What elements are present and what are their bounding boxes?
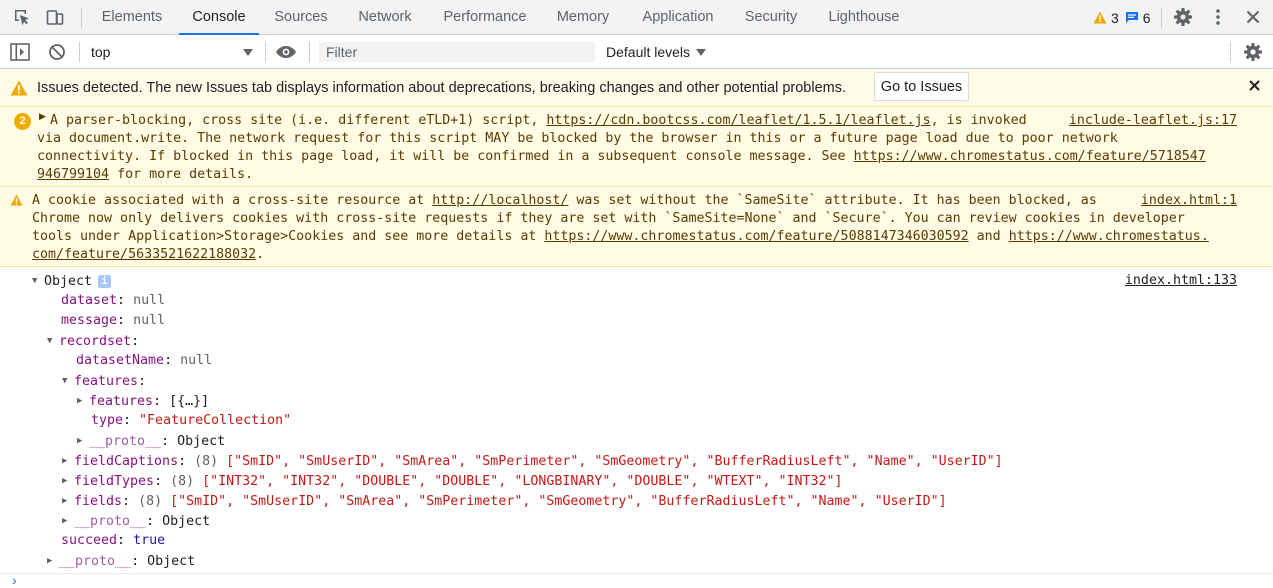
context-selector[interactable]: top: [83, 40, 261, 64]
log-levels-dropdown[interactable]: Default levels: [606, 41, 707, 63]
message-icon: [1125, 12, 1138, 23]
issue-counters[interactable]: 3 6: [1093, 0, 1151, 35]
tree-property-expandable[interactable]: ▶ fieldCaptions: (8) ["SmID", "SmUserID",…: [62, 451, 1003, 471]
tree-property: dataset: null: [61, 293, 166, 308]
collapsed-triangle-icon: ▶: [62, 516, 68, 526]
dropdown-arrow-icon: [696, 48, 707, 56]
log-levels-label: Default levels: [606, 44, 691, 60]
message-link[interactable]: http://localhost/: [432, 193, 568, 208]
tab-performance[interactable]: Performance: [434, 0, 536, 35]
toolbar-separator: [309, 42, 310, 62]
tree-property-expandable[interactable]: ▼ features:: [62, 371, 146, 391]
collapsed-triangle-icon: ▶: [62, 496, 68, 506]
collapsed-triangle-icon: ▶: [62, 476, 68, 486]
tab-network[interactable]: Network: [346, 0, 424, 35]
dropdown-arrow-icon: [243, 48, 253, 56]
settings-gear-icon[interactable]: [1172, 6, 1194, 28]
tree-property-expandable[interactable]: ▼ recordset:: [47, 331, 139, 351]
message-count: 6: [1142, 9, 1151, 26]
tab-elements[interactable]: Elements: [94, 0, 170, 35]
message-link[interactable]: https://www.chromestatus.com/feature/571…: [854, 149, 1206, 164]
issues-banner-text: Issues detected. The new Issues tab disp…: [37, 80, 847, 96]
tab-application[interactable]: Application: [630, 0, 726, 35]
tree-property-expandable[interactable]: ▶ fields: (8) ["SmID", "SmUserID", "SmAre…: [62, 491, 947, 511]
tree-property: message: null: [61, 313, 166, 328]
warning-icon: [10, 194, 23, 206]
tree-property: succeed: true: [61, 533, 166, 548]
collapsed-triangle-icon: ▶: [62, 456, 68, 466]
inspect-element-icon[interactable]: [11, 6, 33, 28]
tab-lighthouse[interactable]: Lighthouse: [816, 0, 912, 35]
close-devtools-icon[interactable]: [1242, 6, 1264, 28]
devtools-tabbar: Elements Console Sources Network Perform…: [0, 0, 1273, 35]
message-line: 946799104 for more details.: [37, 167, 254, 182]
go-to-issues-button[interactable]: Go to Issues: [874, 72, 969, 101]
tree-property-expandable[interactable]: ▶ __proto__: Object: [62, 511, 210, 531]
tab-sources[interactable]: Sources: [266, 0, 336, 35]
expand-triangle-icon[interactable]: ▶: [39, 111, 46, 122]
collapsed-triangle-icon: ▶: [77, 436, 83, 446]
message-link[interactable]: https://www.chromestatus.com/feature/508…: [544, 229, 968, 244]
warning-icon: [10, 80, 28, 96]
console-toolbar: top Default levels: [0, 35, 1273, 69]
expanded-triangle-icon: ▼: [47, 336, 53, 346]
message-line: tools under Application>Storage>Cookies …: [32, 229, 1209, 244]
tree-property-expandable[interactable]: ▶ features: [{…}]: [77, 391, 209, 411]
expanded-triangle-icon: ▼: [32, 276, 38, 286]
console-warning-message: 2 ▶ A parser-blocking, cross site (i.e. …: [0, 107, 1273, 187]
tree-property-expandable[interactable]: ▶ __proto__: Object: [77, 431, 225, 451]
message-source-link[interactable]: include-leaflet.js:17: [1069, 112, 1237, 130]
object-log-entry: index.html:133 ▼ Object i dataset: null me…: [0, 268, 1273, 573]
tree-property: datasetName: null: [76, 353, 213, 368]
collapsed-triangle-icon: ▶: [47, 556, 53, 566]
sidebar-toggle-icon[interactable]: [9, 41, 31, 63]
console-warning-message: A cookie associated with a cross-site re…: [0, 187, 1273, 267]
message-line: via document.write. The network request …: [37, 131, 1118, 146]
tree-property-expandable[interactable]: ▶ __proto__: Object: [47, 551, 195, 571]
device-toolbar-icon[interactable]: [44, 6, 66, 28]
message-link[interactable]: 946799104: [37, 167, 109, 182]
tab-security[interactable]: Security: [736, 0, 806, 35]
tab-console[interactable]: Console: [179, 0, 259, 35]
message-line: connectivity. If blocked in this page lo…: [37, 149, 1206, 164]
more-options-icon[interactable]: [1207, 6, 1229, 28]
issues-banner: Issues detected. The new Issues tab disp…: [0, 69, 1273, 107]
tabbar-separator: [81, 8, 82, 28]
close-banner-icon[interactable]: [1249, 78, 1260, 96]
message-line: Chrome now only delivers cookies with cr…: [32, 211, 1185, 226]
message-link[interactable]: https://cdn.bootcss.com/leaflet/1.5.1/le…: [546, 113, 930, 128]
console-settings-gear-icon[interactable]: [1242, 41, 1264, 63]
tree-property: type: "FeatureCollection": [91, 413, 292, 428]
message-link[interactable]: com/feature/5633521622188032: [32, 247, 256, 262]
tree-property-expandable[interactable]: ▶ fieldTypes: (8) ["INT32", "INT32", "DOU…: [62, 471, 843, 491]
message-line: com/feature/5633521622188032.: [32, 247, 265, 262]
toolbar-separator: [265, 42, 266, 62]
context-value: top: [91, 44, 111, 60]
message-source-link[interactable]: index.html:133: [1125, 271, 1237, 291]
tabbar-separator: [1161, 8, 1162, 28]
live-expression-eye-icon[interactable]: [275, 41, 297, 63]
console-prompt[interactable]: ›: [0, 572, 1273, 588]
tree-root[interactable]: ▼ Object i: [32, 271, 112, 291]
info-icon: i: [98, 274, 112, 288]
expanded-triangle-icon: ▼: [62, 376, 68, 386]
tab-memory[interactable]: Memory: [546, 0, 620, 35]
warning-count: 3: [1111, 9, 1119, 26]
clear-console-icon[interactable]: [46, 41, 68, 63]
toolbar-separator: [1230, 42, 1231, 62]
warning-icon: [1093, 11, 1107, 24]
message-line: A cookie associated with a cross-site re…: [32, 193, 1097, 208]
toolbar-separator: [79, 42, 80, 62]
repeat-count-badge: 2: [14, 113, 31, 130]
message-link[interactable]: https://www.chromestatus.: [1009, 229, 1209, 244]
filter-input[interactable]: [318, 41, 596, 63]
message-line: A parser-blocking, cross site (i.e. diff…: [50, 113, 1027, 128]
message-source-link[interactable]: index.html:1: [1141, 192, 1237, 210]
collapsed-triangle-icon: ▶: [77, 396, 83, 406]
